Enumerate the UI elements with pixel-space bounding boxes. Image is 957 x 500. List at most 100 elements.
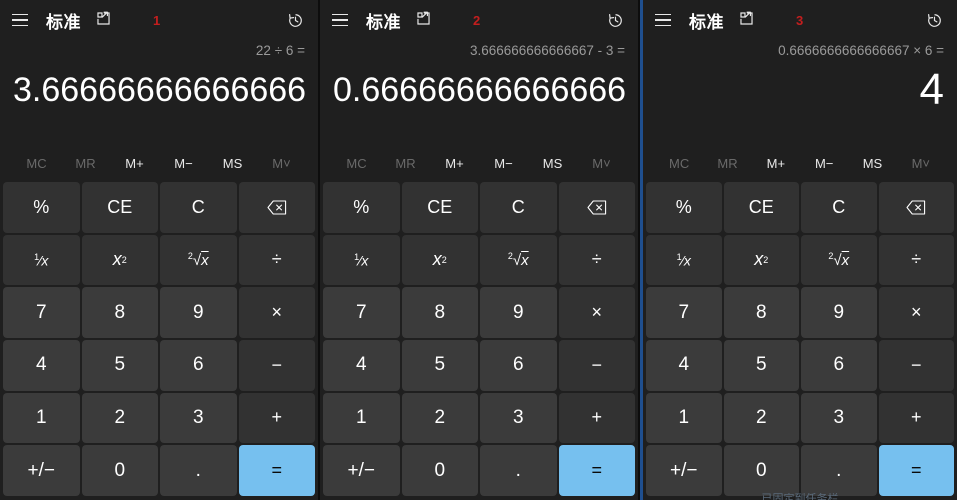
backspace-key[interactable] [558, 182, 635, 233]
memory-ms-button[interactable]: MS [848, 152, 896, 175]
title-bar: 标准 1 [0, 0, 318, 40]
reciprocal-key[interactable]: 1⁄x [323, 234, 400, 286]
sign-toggle-key[interactable]: +/− [323, 445, 400, 496]
digit-9-key[interactable]: 9 [480, 287, 557, 338]
equals-key[interactable]: = [238, 445, 315, 496]
sign-toggle-key[interactable]: +/− [646, 445, 722, 496]
decimal-point-key[interactable]: . [160, 445, 237, 496]
memory-m-button[interactable]: M+ [110, 152, 159, 175]
decimal-point-key[interactable]: . [801, 445, 877, 496]
digit-6-key[interactable]: 6 [480, 340, 557, 391]
hamburger-menu-icon[interactable] [655, 9, 677, 31]
window-annotation-number: 1 [153, 12, 161, 28]
percent-key[interactable]: % [3, 182, 80, 233]
memory-ms-button[interactable]: MS [528, 152, 577, 175]
memory-m-button[interactable]: M+ [752, 152, 800, 175]
digit-7-key[interactable]: 7 [3, 287, 80, 338]
digit-8-key[interactable]: 8 [81, 287, 158, 338]
digit-0-key[interactable]: 0 [723, 445, 799, 496]
divide-key[interactable]: ÷ [558, 234, 635, 286]
memory-m-button[interactable]: M+ [430, 152, 479, 175]
digit-9-key[interactable]: 9 [160, 287, 237, 338]
memory-m-button: M˅ [257, 152, 306, 175]
digit-6-key[interactable]: 6 [160, 340, 237, 391]
subtract-key[interactable]: − [238, 340, 315, 391]
divide-key[interactable]: ÷ [238, 234, 315, 286]
digit-9-key[interactable]: 9 [801, 287, 877, 338]
clear-entry-key[interactable]: CE [81, 182, 158, 233]
digit-1-key[interactable]: 1 [646, 392, 722, 444]
reciprocal-key[interactable]: 1⁄x [646, 234, 722, 286]
keep-on-top-icon[interactable] [415, 10, 435, 30]
digit-3-key[interactable]: 3 [480, 392, 557, 444]
square-root-key[interactable]: 2√x [160, 234, 237, 286]
memory-m-button[interactable]: M− [800, 152, 848, 175]
digit-8-key[interactable]: 8 [723, 287, 799, 338]
digit-5-key[interactable]: 5 [723, 340, 799, 391]
percent-key[interactable]: % [323, 182, 400, 233]
percent-key[interactable]: % [646, 182, 722, 233]
digit-8-key[interactable]: 8 [401, 287, 478, 338]
clear-key[interactable]: C [160, 182, 237, 233]
history-icon[interactable] [921, 7, 947, 33]
clear-entry-key[interactable]: CE [401, 182, 478, 233]
clear-key[interactable]: C [480, 182, 557, 233]
digit-5-key[interactable]: 5 [401, 340, 478, 391]
keypad: % CE C 1⁄x x 2 2√x ÷ 7 8 9 × 4 5 6− 1 2 3 + +/− 0. = [643, 180, 957, 500]
digit-2-key[interactable]: 2 [81, 392, 158, 444]
subtract-key[interactable]: − [558, 340, 635, 391]
digit-3-key[interactable]: 3 [160, 392, 237, 444]
hamburger-menu-icon[interactable] [332, 9, 354, 31]
digit-4-key[interactable]: 4 [3, 340, 80, 391]
digit-2-key[interactable]: 2 [401, 392, 478, 444]
digit-5-key[interactable]: 5 [81, 340, 158, 391]
hamburger-menu-icon[interactable] [12, 9, 34, 31]
digit-1-key[interactable]: 1 [323, 392, 400, 444]
backspace-key[interactable] [238, 182, 315, 233]
square-key[interactable]: x2 [401, 234, 478, 286]
history-icon[interactable] [602, 7, 628, 33]
sign-toggle-key[interactable]: +/− [3, 445, 80, 496]
display-area: 22 ÷ 6 = 3.666666666666667 [0, 40, 318, 146]
digit-6-key[interactable]: 6 [801, 340, 877, 391]
square-key[interactable]: x2 [723, 234, 799, 286]
clear-key[interactable]: C [801, 182, 877, 233]
square-key[interactable]: x2 [81, 234, 158, 286]
add-key[interactable]: + [878, 392, 954, 444]
history-icon[interactable] [282, 7, 308, 33]
digit-2-key[interactable]: 2 [723, 392, 799, 444]
digit-1-key[interactable]: 1 [3, 392, 80, 444]
expression-text: 3.666666666666667 - 3 = [469, 43, 625, 58]
digit-3-key[interactable]: 3 [801, 392, 877, 444]
keypad: % CE C 1⁄x x 2 2√x ÷ 7 8 9 × 4 5 6− 1 2 3 + +/− 0. = [0, 180, 318, 500]
digit-0-key[interactable]: 0 [401, 445, 478, 496]
equals-key[interactable]: = [878, 445, 954, 496]
memory-m-button: M˅ [577, 152, 626, 175]
digit-7-key[interactable]: 7 [323, 287, 400, 338]
memory-ms-button[interactable]: MS [208, 152, 257, 175]
decimal-point-key[interactable]: . [480, 445, 557, 496]
digit-0-key[interactable]: 0 [81, 445, 158, 496]
keep-on-top-icon[interactable] [738, 10, 758, 30]
subtract-key[interactable]: − [878, 340, 954, 391]
digit-7-key[interactable]: 7 [646, 287, 722, 338]
keep-on-top-icon[interactable] [95, 10, 115, 30]
digit-4-key[interactable]: 4 [323, 340, 400, 391]
add-key[interactable]: + [238, 392, 315, 444]
memory-mr-button: MR [381, 152, 430, 175]
memory-m-button[interactable]: M− [159, 152, 208, 175]
add-key[interactable]: + [558, 392, 635, 444]
multiply-key[interactable]: × [558, 287, 635, 338]
equals-key[interactable]: = [558, 445, 635, 496]
square-root-key[interactable]: 2√x [801, 234, 877, 286]
divide-key[interactable]: ÷ [878, 234, 954, 286]
memory-m-button[interactable]: M− [479, 152, 528, 175]
multiply-key[interactable]: × [878, 287, 954, 338]
digit-4-key[interactable]: 4 [646, 340, 722, 391]
backspace-key[interactable] [878, 182, 954, 233]
multiply-key[interactable]: × [238, 287, 315, 338]
result-value: 3.666666666666667 [13, 71, 305, 109]
reciprocal-key[interactable]: 1⁄x [3, 234, 80, 286]
clear-entry-key[interactable]: CE [723, 182, 799, 233]
square-root-key[interactable]: 2√x [480, 234, 557, 286]
